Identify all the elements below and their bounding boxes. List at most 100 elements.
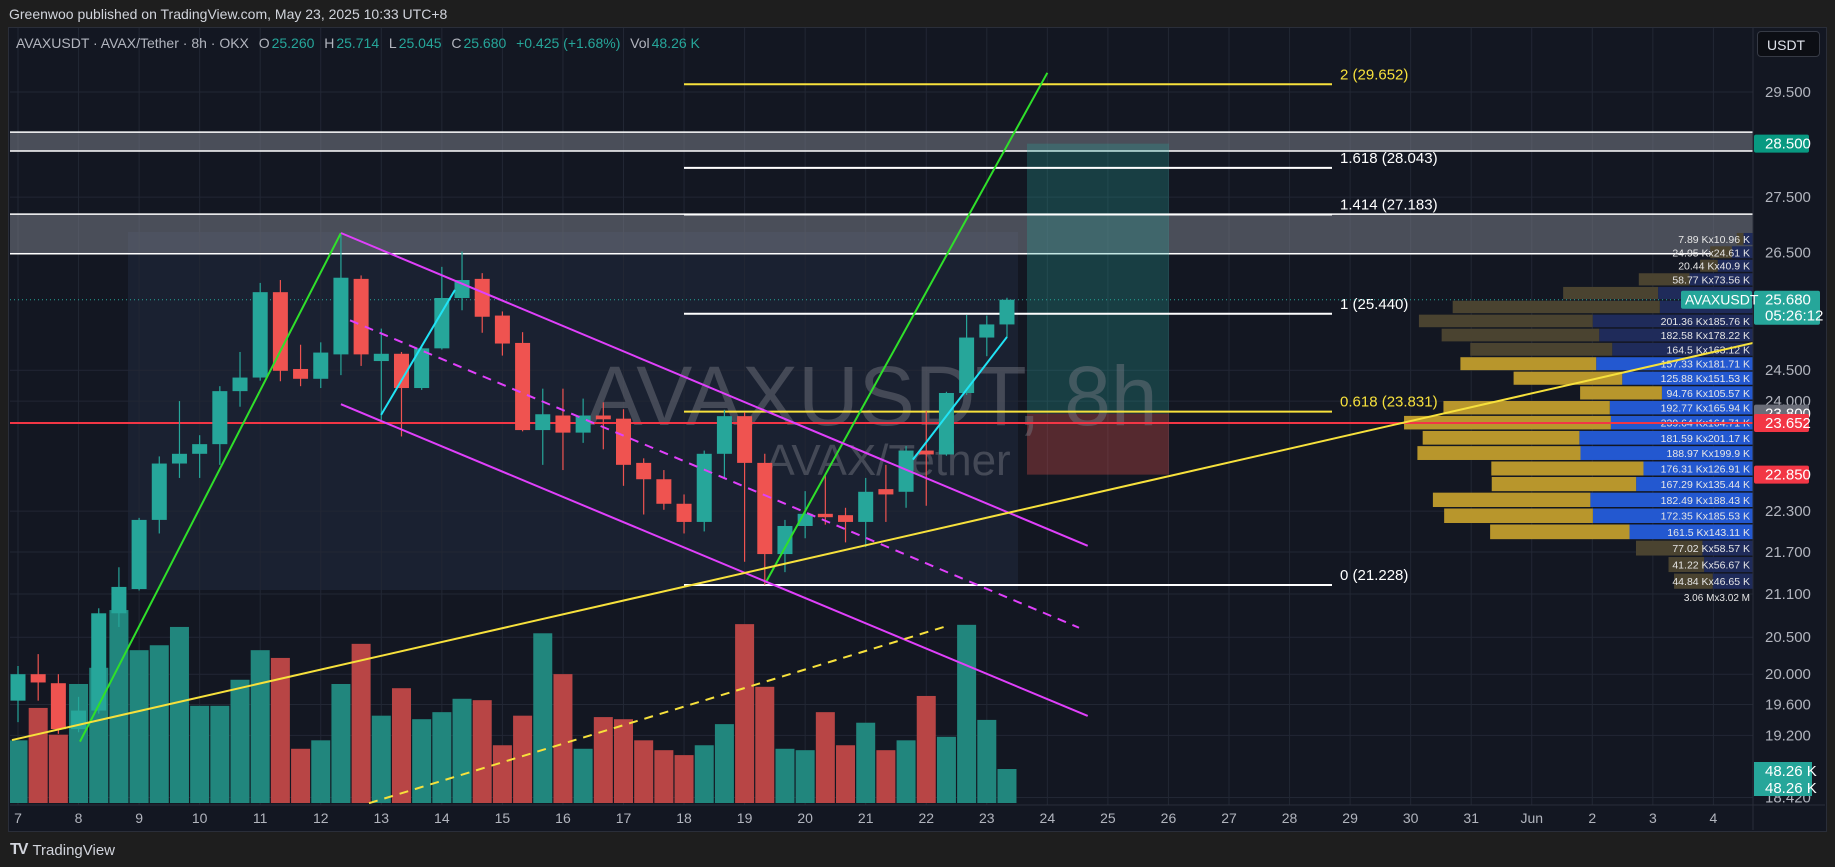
candle-body: [959, 337, 975, 393]
volume-bar: [190, 705, 210, 803]
tradingview-logo-icon[interactable]: TV: [10, 841, 29, 859]
volume-bar: [654, 750, 674, 803]
volume-bar: [412, 719, 432, 803]
volume-bar: [896, 740, 916, 803]
symbol-info[interactable]: AVAXUSDT · AVAX/Tether · 8h · OKX: [16, 35, 249, 51]
time-axis-label: Jun: [1520, 810, 1543, 826]
volume-bar: [311, 740, 331, 803]
volume-bar: [775, 748, 795, 803]
stop-price-badge: 22.850: [1765, 467, 1811, 484]
volume-bar: [48, 734, 68, 803]
volume-profile-label: 161.5 Kx143.11 K: [1667, 527, 1750, 539]
volume-bar: [169, 626, 189, 803]
volume-bar: [452, 698, 472, 803]
change-value: +0.425 (+1.68%): [516, 35, 621, 51]
volume-bar: [836, 745, 856, 803]
time-axis-label: 31: [1463, 810, 1479, 826]
candle-body: [171, 453, 187, 464]
volume-profile-label: 192.77 Kx165.94 K: [1661, 403, 1750, 415]
volume-profile-label: 125.88 Kx151.53 K: [1661, 373, 1750, 385]
volume-bar: [391, 688, 411, 803]
currency-button[interactable]: USDT: [1757, 31, 1820, 57]
time-axis-label: 18: [676, 810, 692, 826]
volume-profile-label: 44.84 Kx46.65 K: [1672, 576, 1750, 588]
candle-body: [858, 491, 874, 522]
fib-level-label: 1.414 (27.183): [1340, 197, 1438, 214]
time-axis-label: 29: [1342, 810, 1358, 826]
volume-profile-buy: [1417, 446, 1581, 460]
resistance-zone: [10, 132, 1753, 152]
price-axis-label: 22.300: [1765, 503, 1811, 520]
candle-body: [515, 342, 531, 431]
price-axis-label: 20.000: [1765, 666, 1811, 683]
time-axis-label: 13: [374, 810, 390, 826]
high-label: H: [324, 35, 335, 51]
time-axis-label: 23: [979, 810, 995, 826]
fib-level-label: 1.618 (28.043): [1340, 150, 1438, 167]
candle-body: [10, 674, 26, 701]
volume-profile-label: 24.95 Kx24.61 K: [1672, 247, 1750, 259]
time-axis-label: 27: [1221, 810, 1237, 826]
volume-profile-buy: [1432, 492, 1591, 507]
volume-bar: [371, 715, 391, 803]
candle-body: [494, 315, 510, 344]
volume-profile-buy: [1490, 524, 1630, 540]
candle-body: [656, 479, 672, 504]
candle-body: [434, 297, 450, 349]
candle-body: [131, 519, 147, 590]
candle-body: [212, 391, 228, 445]
volume-profile-label: 94.76 Kx105.57 K: [1667, 388, 1750, 400]
volume-profile-total: 3.06 Mx3.02 M: [1684, 593, 1750, 604]
volume-bar: [513, 715, 533, 803]
candle-body: [192, 444, 208, 454]
time-axis-label: 22: [918, 810, 934, 826]
volume-profile-buy: [1460, 357, 1597, 371]
price-axis-label: 19.600: [1765, 696, 1811, 713]
volume-label: Vol: [630, 35, 650, 51]
volume-profile-label: 41.22 Kx56.67 K: [1672, 560, 1750, 572]
line-price-badge: 23.652: [1765, 415, 1811, 432]
ohlc-legend: AVAXUSDT · AVAX/Tether · 8h · OKX O 25.26…: [16, 35, 702, 51]
volume-bar: [109, 610, 129, 803]
candle-body: [353, 278, 369, 355]
plot-area: AVAXUSDT, 8hAVAX/Tether 7.89 Kx10.96 K24.…: [10, 28, 1753, 805]
volume-profile-label: 201.36 Kx185.76 K: [1661, 316, 1750, 328]
volume-bar: [351, 643, 371, 803]
candle-body: [817, 513, 833, 518]
volume-bar: [149, 645, 169, 803]
resistance-zone: [10, 214, 1753, 254]
volume-profile-label: 7.89 Kx10.96 K: [1678, 234, 1750, 246]
candle-body: [575, 415, 591, 433]
price-axis-label: 21.700: [1765, 544, 1811, 561]
candle-body: [373, 353, 389, 362]
price-axis-label: 19.200: [1765, 727, 1811, 744]
close-value: 25.680: [463, 35, 507, 51]
footer: TV TradingView: [10, 841, 115, 859]
candle-body: [757, 462, 773, 555]
volume-bar: [10, 740, 28, 803]
volume-profile-label: 167.29 Kx135.44 K: [1661, 479, 1750, 491]
volume-bar: [331, 683, 351, 803]
time-axis-label: 11: [253, 810, 268, 826]
volume-profile-label: 20.44 Kx40.9 K: [1678, 261, 1750, 273]
volume-profile-buy: [1441, 328, 1600, 342]
volume-profile-buy: [1452, 300, 1660, 314]
time-axis-label: 7: [14, 810, 22, 826]
volume-profile-label: 182.58 Kx178.22 K: [1661, 330, 1750, 342]
time-axis-label: 16: [555, 810, 571, 826]
time-axis-label: 17: [616, 810, 632, 826]
watermark-title: AVAXUSDT, 8h: [586, 349, 1157, 443]
candle-body: [595, 415, 611, 420]
symbol-badge: AVAXUSDT: [1685, 292, 1759, 308]
candle-body: [50, 683, 66, 730]
candle-body: [716, 416, 732, 454]
time-axis-label: 9: [135, 810, 143, 826]
fib-level-label: 0.618 (23.831): [1340, 394, 1438, 411]
tradingview-brand[interactable]: TradingView: [32, 842, 115, 859]
price-chart[interactable]: AVAXUSDT, 8hAVAX/Tether7.89 Kx10.96 K24.…: [0, 0, 1835, 867]
candle-body: [918, 450, 934, 455]
high-value: 25.714: [336, 35, 380, 51]
volume-bar: [634, 740, 654, 803]
volume-bar: [210, 705, 230, 803]
volume-bar: [573, 748, 593, 803]
